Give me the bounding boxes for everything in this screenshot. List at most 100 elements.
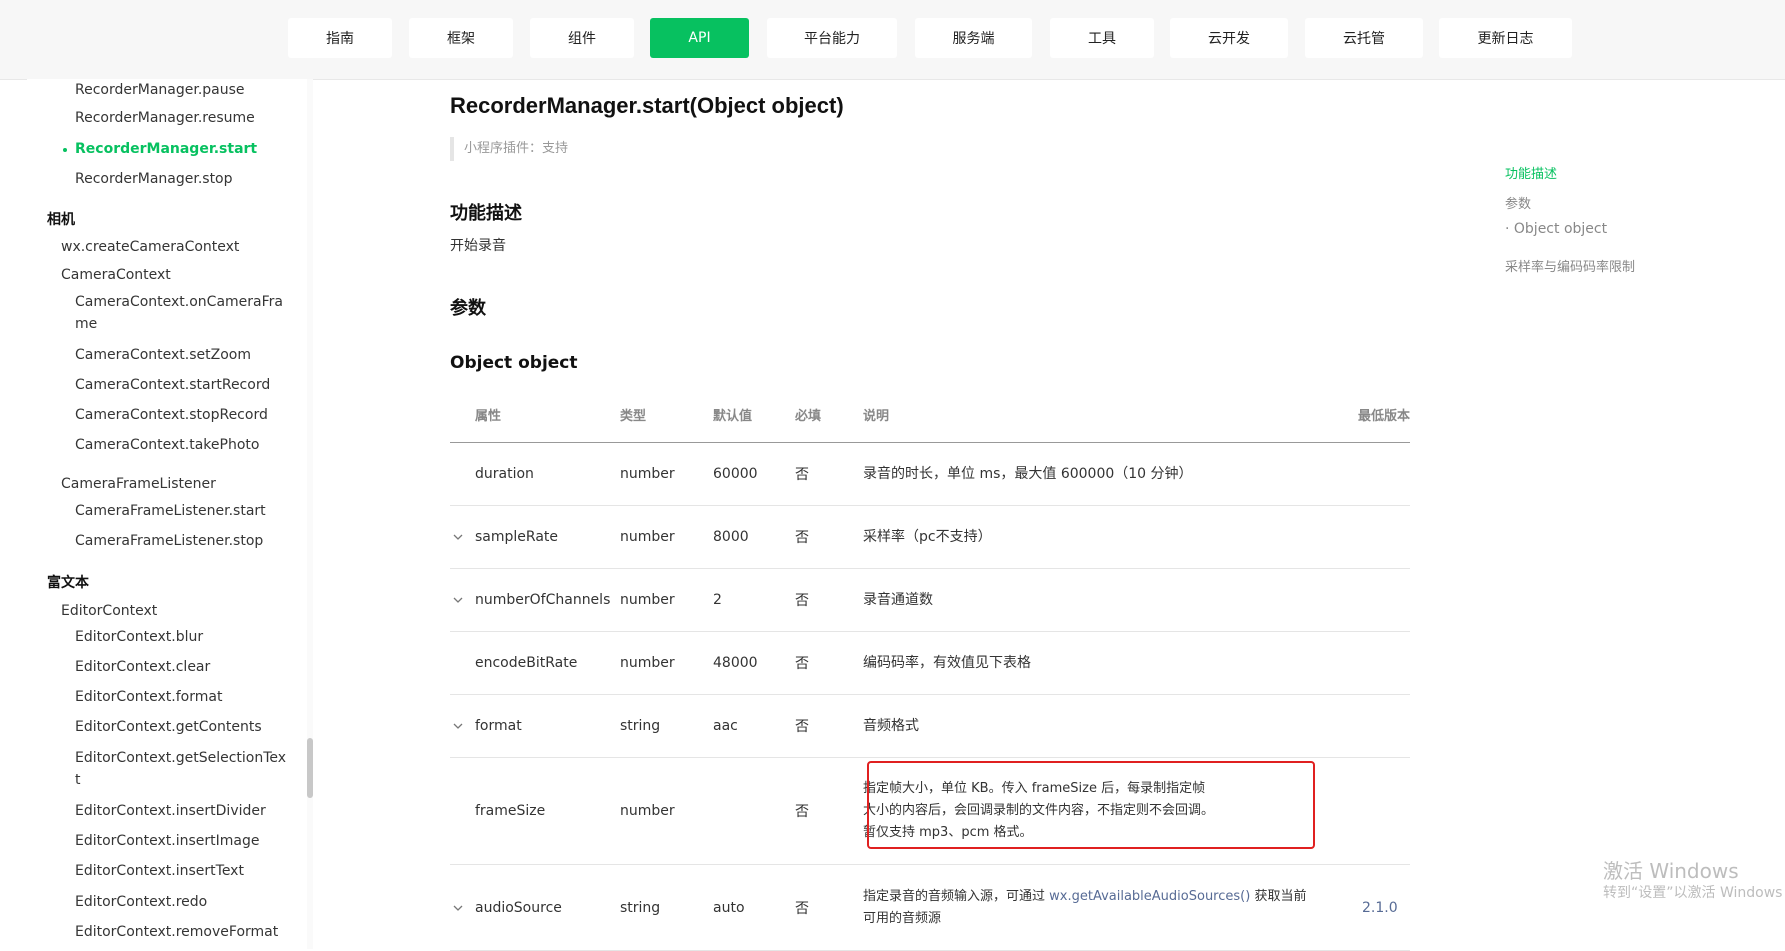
param-name-cell: numberOfChannels <box>450 568 620 632</box>
param-type: number <box>620 757 713 865</box>
sidebar-item-recorder-start[interactable]: RecorderManager.start <box>75 138 257 160</box>
sidebar: RecorderManager.pause RecorderManager.re… <box>27 79 307 949</box>
param-description: 录音的时长，单位 ms，最大值 600000（10 分钟） <box>863 442 1317 506</box>
sidebar-item-editor-redo[interactable]: EditorContext.redo <box>75 891 207 913</box>
header-description: 说明 <box>863 386 1317 443</box>
sidebar-item-editor-clear[interactable]: EditorContext.clear <box>75 656 210 678</box>
sidebar-item-camera-context[interactable]: CameraContext <box>61 264 171 286</box>
param-default: 60000 <box>713 442 795 506</box>
sidebar-item-recorder-pause[interactable]: RecorderManager.pause <box>75 79 245 101</box>
param-default: 2 <box>713 568 795 632</box>
param-required: 否 <box>795 694 863 758</box>
sidebar-item-create-camera-context[interactable]: wx.createCameraContext <box>61 236 239 258</box>
sidebar-item-camera-oncameraframe[interactable]: CameraContext.onCameraFra <box>75 291 283 313</box>
param-required: 否 <box>795 757 863 865</box>
toc-item-params[interactable]: 参数 <box>1505 193 1531 212</box>
chevron-down-icon[interactable] <box>452 531 464 543</box>
plugin-support-tip: 小程序插件：支持 <box>450 137 568 161</box>
sidebar-item-editor-removeformat[interactable]: EditorContext.removeFormat <box>75 921 278 943</box>
param-description: 指定帧大小，单位 KB。传入 frameSize 后，每录制指定帧大小的内容后，… <box>863 757 1317 865</box>
desc-text: 指定录音的音频输入源，可通过 <box>863 888 1050 904</box>
sidebar-item-editor-insertdivider[interactable]: EditorContext.insertDivider <box>75 800 266 822</box>
sidebar-item-recorder-stop[interactable]: RecorderManager.stop <box>75 168 233 190</box>
param-name: frameSize <box>450 757 620 865</box>
sidebar-item-editor-inserttext[interactable]: EditorContext.insertText <box>75 860 244 882</box>
param-required: 否 <box>795 442 863 506</box>
nav-cloud-hosting[interactable]: 云托管 <box>1305 18 1423 58</box>
chevron-down-icon[interactable] <box>452 720 464 732</box>
nav-api[interactable]: API <box>650 18 749 58</box>
windows-activation-hint: 转到“设置”以激活 Windows <box>1603 885 1783 901</box>
table-row: numberOfChannels number 2 否 录音通道数 <box>450 568 1410 632</box>
sidebar-item-camera-oncameraframe-wrap[interactable]: me <box>75 313 97 335</box>
param-version <box>1317 505 1410 569</box>
sidebar-item-recorder-resume[interactable]: RecorderManager.resume <box>75 107 255 129</box>
param-version <box>1317 442 1410 506</box>
table-row: frameSize number 否 指定帧大小，单位 KB。传入 frameS… <box>450 757 1410 865</box>
param-name: numberOfChannels <box>475 592 611 608</box>
header-default: 默认值 <box>713 386 795 443</box>
param-name: encodeBitRate <box>450 631 620 695</box>
sidebar-item-frame-listener-start[interactable]: CameraFrameListener.start <box>75 500 266 522</box>
param-version: 2.1.0 <box>1317 864 1410 951</box>
param-required: 否 <box>795 505 863 569</box>
section-heading-description: 功能描述 <box>450 203 522 224</box>
param-name-cell: sampleRate <box>450 505 620 569</box>
param-name: sampleRate <box>475 529 559 545</box>
header-type: 类型 <box>620 386 713 443</box>
table-row: encodeBitRate number 48000 否 编码码率，有效值见下表… <box>450 631 1410 695</box>
sidebar-item-editor-format[interactable]: EditorContext.format <box>75 686 222 708</box>
sidebar-item-editor-getcontents[interactable]: EditorContext.getContents <box>75 716 262 738</box>
sidebar-item-editor-getselectiontext[interactable]: EditorContext.getSelectionTex <box>75 747 286 769</box>
toc-item-object[interactable]: · Object object <box>1505 221 1607 237</box>
chevron-down-icon[interactable] <box>452 902 464 914</box>
sidebar-item-editor-blur[interactable]: EditorContext.blur <box>75 626 203 648</box>
nav-components[interactable]: 组件 <box>530 18 634 58</box>
nav-platform[interactable]: 平台能力 <box>767 18 897 58</box>
nav-tools[interactable]: 工具 <box>1050 18 1154 58</box>
nav-cloud-dev[interactable]: 云开发 <box>1170 18 1288 58</box>
sidebar-item-camera-startrecord[interactable]: CameraContext.startRecord <box>75 374 270 396</box>
param-type: string <box>620 694 713 758</box>
nav-framework[interactable]: 框架 <box>409 18 513 58</box>
nav-changelog[interactable]: 更新日志 <box>1439 18 1572 58</box>
param-name: format <box>475 718 522 734</box>
section-heading-params: 参数 <box>450 298 486 319</box>
table-row: audioSource string auto 否 指定录音的音频输入源，可通过… <box>450 864 1410 951</box>
header-min-version: 最低版本 <box>1317 386 1410 443</box>
chevron-down-icon[interactable] <box>452 594 464 606</box>
sidebar-section-camera: 相机 <box>47 212 75 228</box>
param-default: 48000 <box>713 631 795 695</box>
nav-server[interactable]: 服务端 <box>915 18 1032 58</box>
top-navigation: 指南 框架 组件 API 平台能力 服务端 工具 云开发 云托管 更新日志 <box>0 0 1785 80</box>
param-version <box>1317 568 1410 632</box>
param-description: 采样率（pc不支持） <box>863 505 1317 569</box>
sidebar-item-editor-context[interactable]: EditorContext <box>61 600 157 622</box>
sidebar-item-camera-stoprecord[interactable]: CameraContext.stopRecord <box>75 404 268 426</box>
toc-item-description[interactable]: 功能描述 <box>1505 163 1557 182</box>
param-name: duration <box>450 442 620 506</box>
sidebar-item-frame-listener-stop[interactable]: CameraFrameListener.stop <box>75 530 263 552</box>
param-description: 录音通道数 <box>863 568 1317 632</box>
sidebar-item-camera-takephoto[interactable]: CameraContext.takePhoto <box>75 434 259 456</box>
sidebar-item-editor-getselectiontext-wrap[interactable]: t <box>75 769 81 791</box>
table-row: duration number 60000 否 录音的时长，单位 ms，最大值 … <box>450 442 1410 506</box>
param-required: 否 <box>795 864 863 951</box>
link-get-available-audio-sources[interactable]: wx.getAvailableAudioSources() <box>1049 889 1250 904</box>
page-title: RecorderManager.start(Object object) <box>450 93 844 118</box>
description-text: 开始录音 <box>450 238 506 254</box>
sidebar-item-editor-insertimage[interactable]: EditorContext.insertImage <box>75 830 260 852</box>
sidebar-item-camera-setzoom[interactable]: CameraContext.setZoom <box>75 344 251 366</box>
params-table: 属性 类型 默认值 必填 说明 最低版本 duration number 600… <box>450 386 1410 951</box>
header-required: 必填 <box>795 386 863 443</box>
param-type: number <box>620 568 713 632</box>
sidebar-scroll-track <box>307 79 313 949</box>
nav-guide[interactable]: 指南 <box>288 18 392 58</box>
sidebar-item-camera-frame-listener[interactable]: CameraFrameListener <box>61 473 216 495</box>
sidebar-scrollbar[interactable] <box>307 738 313 798</box>
toc-item-sample-rate-limits[interactable]: 采样率与编码码率限制 <box>1505 256 1635 275</box>
param-version <box>1317 694 1410 758</box>
param-description: 音频格式 <box>863 694 1317 758</box>
sidebar-section-rich-text: 富文本 <box>47 575 89 591</box>
param-type: number <box>620 442 713 506</box>
